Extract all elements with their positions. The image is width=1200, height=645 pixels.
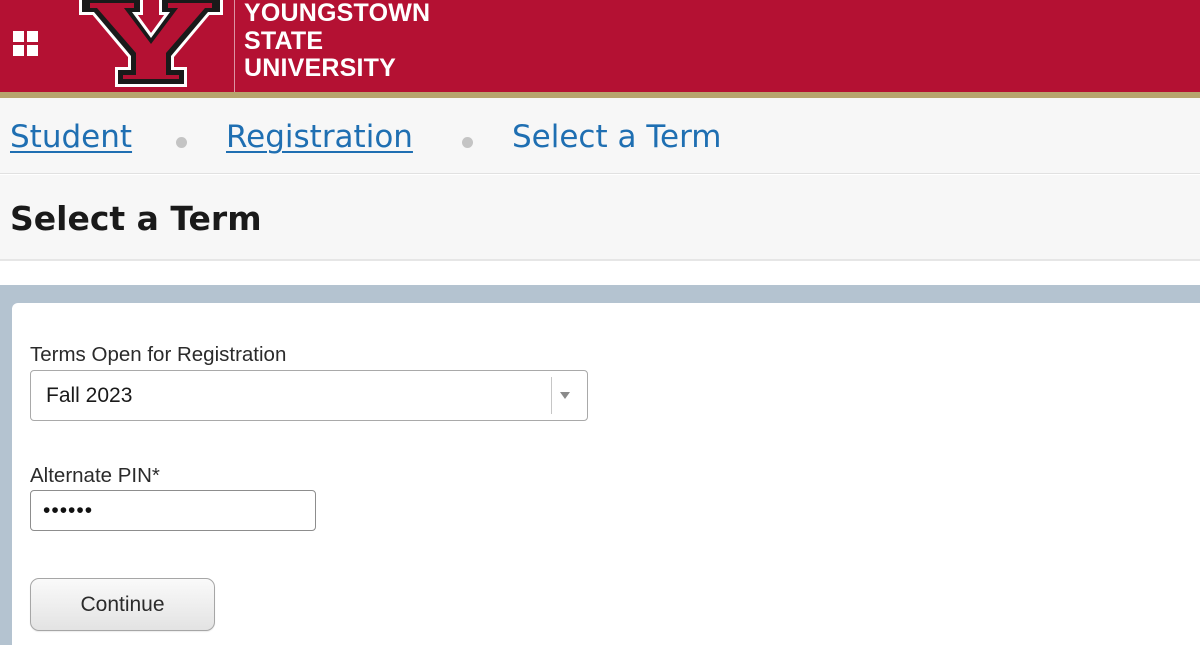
- term-select-value: Fall 2023: [46, 384, 133, 407]
- select-divider: [551, 377, 552, 414]
- breadcrumb: Student Registration Select a Term: [0, 98, 1200, 174]
- continue-button[interactable]: Continue: [30, 578, 215, 631]
- university-name-line-1: YOUNGSTOWN: [244, 0, 431, 27]
- alternate-pin-label: Alternate PIN*: [30, 464, 160, 487]
- breadcrumb-current-page: Select a Term: [512, 119, 722, 155]
- breadcrumb-separator-dot: [462, 137, 473, 148]
- university-name-line-3: UNIVERSITY: [244, 54, 397, 82]
- page-title-bar: Select a Term: [0, 175, 1200, 261]
- university-name[interactable]: YOUNGSTOWN STATE UNIVERSITY: [244, 0, 430, 83]
- page-title: Select a Term: [10, 199, 262, 238]
- term-select-label: Terms Open for Registration: [30, 343, 287, 366]
- apps-grid-icon[interactable]: [13, 31, 39, 57]
- logo-divider: [234, 0, 235, 92]
- breadcrumb-student-link[interactable]: Student: [10, 117, 132, 157]
- term-select[interactable]: Fall 2023: [30, 370, 588, 421]
- site-header: YOUNGSTOWN STATE UNIVERSITY: [0, 0, 1200, 92]
- breadcrumb-registration-link[interactable]: Registration: [226, 117, 413, 157]
- university-name-line-2: STATE: [244, 26, 324, 55]
- alternate-pin-input[interactable]: [30, 490, 316, 531]
- chevron-down-icon[interactable]: [560, 392, 570, 399]
- breadcrumb-separator-dot: [176, 137, 187, 148]
- ysu-y-logo-icon[interactable]: [78, 0, 224, 90]
